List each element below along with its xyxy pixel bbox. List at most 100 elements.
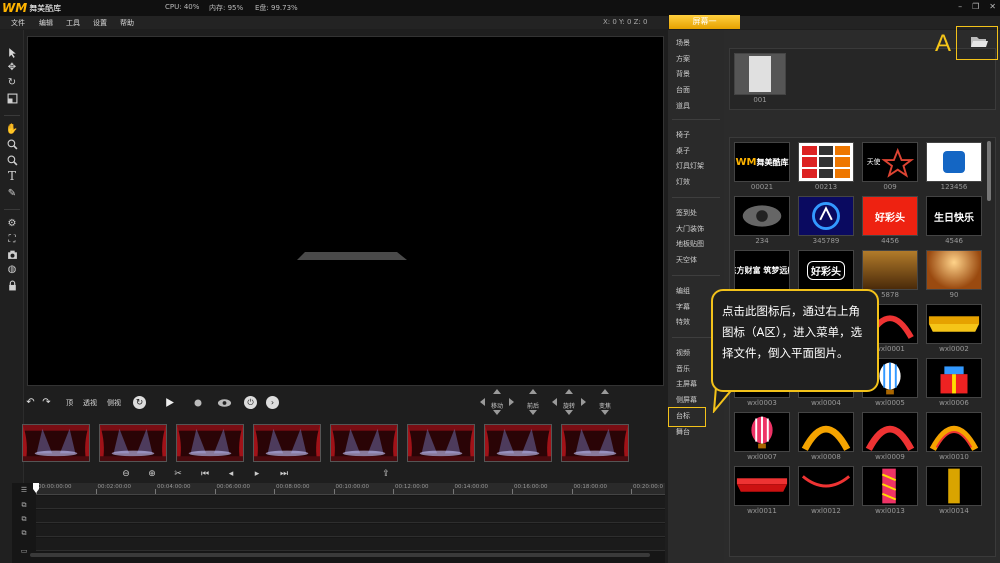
- redo-icon[interactable]: ↷: [40, 396, 53, 409]
- scene-thumbnail[interactable]: [176, 424, 244, 462]
- gear-icon[interactable]: ⚙: [6, 217, 18, 229]
- asset-thumbnail[interactable]: [862, 250, 918, 290]
- asset-scrollbar[interactable]: [987, 141, 991, 201]
- view-side-button[interactable]: 侧视: [107, 398, 121, 408]
- asset-thumbnail[interactable]: [926, 412, 982, 452]
- text-tool-icon[interactable]: T: [6, 169, 18, 183]
- category-item[interactable]: 方案: [676, 54, 690, 64]
- asset-thumbnail[interactable]: [926, 304, 982, 344]
- category-item[interactable]: 侧屏幕: [676, 395, 697, 405]
- scale-icon[interactable]: [6, 92, 18, 104]
- view-perspective-button[interactable]: 透视: [83, 398, 97, 408]
- category-item[interactable]: 音乐: [676, 364, 690, 374]
- category-item[interactable]: 大门装饰: [676, 224, 704, 234]
- hand-icon[interactable]: ✋: [6, 123, 18, 135]
- scene-thumbnail[interactable]: [407, 424, 475, 462]
- menu-tools[interactable]: 工具: [66, 18, 80, 28]
- menu-file[interactable]: 文件: [11, 18, 25, 28]
- export-icon[interactable]: ⇪: [380, 468, 392, 480]
- select-arrow-icon[interactable]: [6, 46, 18, 58]
- timeline-track[interactable]: [36, 496, 665, 509]
- category-item[interactable]: 椅子: [676, 130, 690, 140]
- record-icon[interactable]: [191, 396, 204, 409]
- asset-thumbnail[interactable]: [798, 412, 854, 452]
- step-back-icon[interactable]: ◂: [225, 468, 237, 480]
- zoom-out-icon[interactable]: [6, 154, 18, 166]
- lock-icon[interactable]: [6, 279, 18, 291]
- zoom-in-icon[interactable]: ⊕: [146, 468, 158, 480]
- forward-icon[interactable]: ›: [266, 396, 279, 409]
- category-item[interactable]: 天空体: [676, 255, 697, 265]
- undo-icon[interactable]: ↶: [24, 396, 37, 409]
- asset-thumbnail[interactable]: [798, 142, 854, 182]
- minimize-icon[interactable]: –: [958, 2, 962, 11]
- asset-thumbnail[interactable]: [926, 466, 982, 506]
- cut-icon[interactable]: ✂: [172, 468, 184, 480]
- asset-thumb-001[interactable]: [734, 53, 786, 95]
- asset-thumbnail[interactable]: 生日快乐: [926, 196, 982, 236]
- category-item[interactable]: 灯效: [676, 177, 690, 187]
- asset-thumbnail[interactable]: [734, 466, 790, 506]
- camera-icon[interactable]: [6, 248, 18, 260]
- asset-thumbnail[interactable]: [734, 412, 790, 452]
- category-item[interactable]: 地板贴图: [676, 239, 704, 249]
- menu-help[interactable]: 帮助: [120, 18, 134, 28]
- folder-open-icon[interactable]: [970, 35, 988, 49]
- category-item[interactable]: 桌子: [676, 146, 690, 156]
- power-icon[interactable]: ⏻: [244, 396, 257, 409]
- category-item[interactable]: 道具: [676, 101, 690, 111]
- asset-thumbnail[interactable]: WM舞美酷库: [734, 142, 790, 182]
- category-item[interactable]: 灯具灯架: [676, 161, 704, 171]
- tab-screen-one[interactable]: 屏幕一: [669, 15, 740, 29]
- category-item[interactable]: 背景: [676, 69, 690, 79]
- scene-thumbnail[interactable]: [484, 424, 552, 462]
- edit-icon[interactable]: ✎: [6, 187, 18, 199]
- fit-view-icon[interactable]: ⛶: [6, 233, 18, 245]
- track-collapse-icon[interactable]: ▭: [18, 546, 30, 556]
- category-item[interactable]: 字幕: [676, 302, 690, 312]
- category-item[interactable]: 舞台: [676, 427, 690, 437]
- scene-thumbnail[interactable]: [561, 424, 629, 462]
- timeline-menu-icon[interactable]: ☰: [18, 485, 30, 495]
- timeline-scrollbar[interactable]: [30, 553, 650, 557]
- timeline-track[interactable]: [36, 538, 665, 551]
- asset-thumbnail[interactable]: 好彩头: [798, 250, 854, 290]
- category-item[interactable]: 视频: [676, 348, 690, 358]
- menu-edit[interactable]: 编辑: [39, 18, 53, 28]
- asset-thumbnail[interactable]: [862, 412, 918, 452]
- category-item[interactable]: 主屏幕: [676, 379, 697, 389]
- pad-zoom[interactable]: 变焦: [588, 389, 622, 415]
- category-item[interactable]: 场景: [676, 38, 690, 48]
- timeline-ruler[interactable]: 00:00:00:00 00:02:00:00 00:04:00:00 00:06:0…: [36, 483, 665, 495]
- step-forward-icon[interactable]: ▸: [251, 468, 263, 480]
- asset-thumbnail[interactable]: 好彩头: [862, 196, 918, 236]
- timeline-track[interactable]: [36, 510, 665, 523]
- eye-icon[interactable]: [216, 396, 232, 409]
- category-item[interactable]: 编组: [676, 286, 690, 296]
- refresh-icon[interactable]: ↻: [133, 396, 146, 409]
- timeline-track[interactable]: [36, 524, 665, 537]
- asset-thumbnail[interactable]: [798, 196, 854, 236]
- category-item[interactable]: 签到处: [676, 208, 697, 218]
- asset-thumbnail[interactable]: [862, 466, 918, 506]
- restore-icon[interactable]: ❐: [972, 2, 979, 11]
- asset-thumbnail[interactable]: [926, 250, 982, 290]
- viewport-3d[interactable]: [27, 36, 664, 386]
- asset-thumbnail[interactable]: 东方财富 筑梦远航: [734, 250, 790, 290]
- pad-move[interactable]: 移动: [480, 389, 514, 415]
- pad-rotate[interactable]: 旋转: [552, 389, 586, 415]
- asset-thumbnail[interactable]: [926, 358, 982, 398]
- scene-thumbnail[interactable]: [253, 424, 321, 462]
- zoom-out-icon[interactable]: ⊖: [120, 468, 132, 480]
- skip-end-icon[interactable]: ⏭: [278, 468, 290, 480]
- view-top-button[interactable]: 顶: [66, 398, 73, 408]
- rotate-icon[interactable]: ↻: [6, 76, 18, 88]
- asset-thumbnail[interactable]: 天使: [862, 142, 918, 182]
- globe-icon[interactable]: ◍: [6, 263, 18, 275]
- pad-front-back[interactable]: 前后: [516, 389, 550, 415]
- category-item[interactable]: 特效: [676, 317, 690, 327]
- scene-thumbnail[interactable]: [99, 424, 167, 462]
- scene-thumbnail[interactable]: [22, 424, 90, 462]
- playhead-marker[interactable]: [33, 483, 39, 493]
- asset-thumbnail[interactable]: [798, 466, 854, 506]
